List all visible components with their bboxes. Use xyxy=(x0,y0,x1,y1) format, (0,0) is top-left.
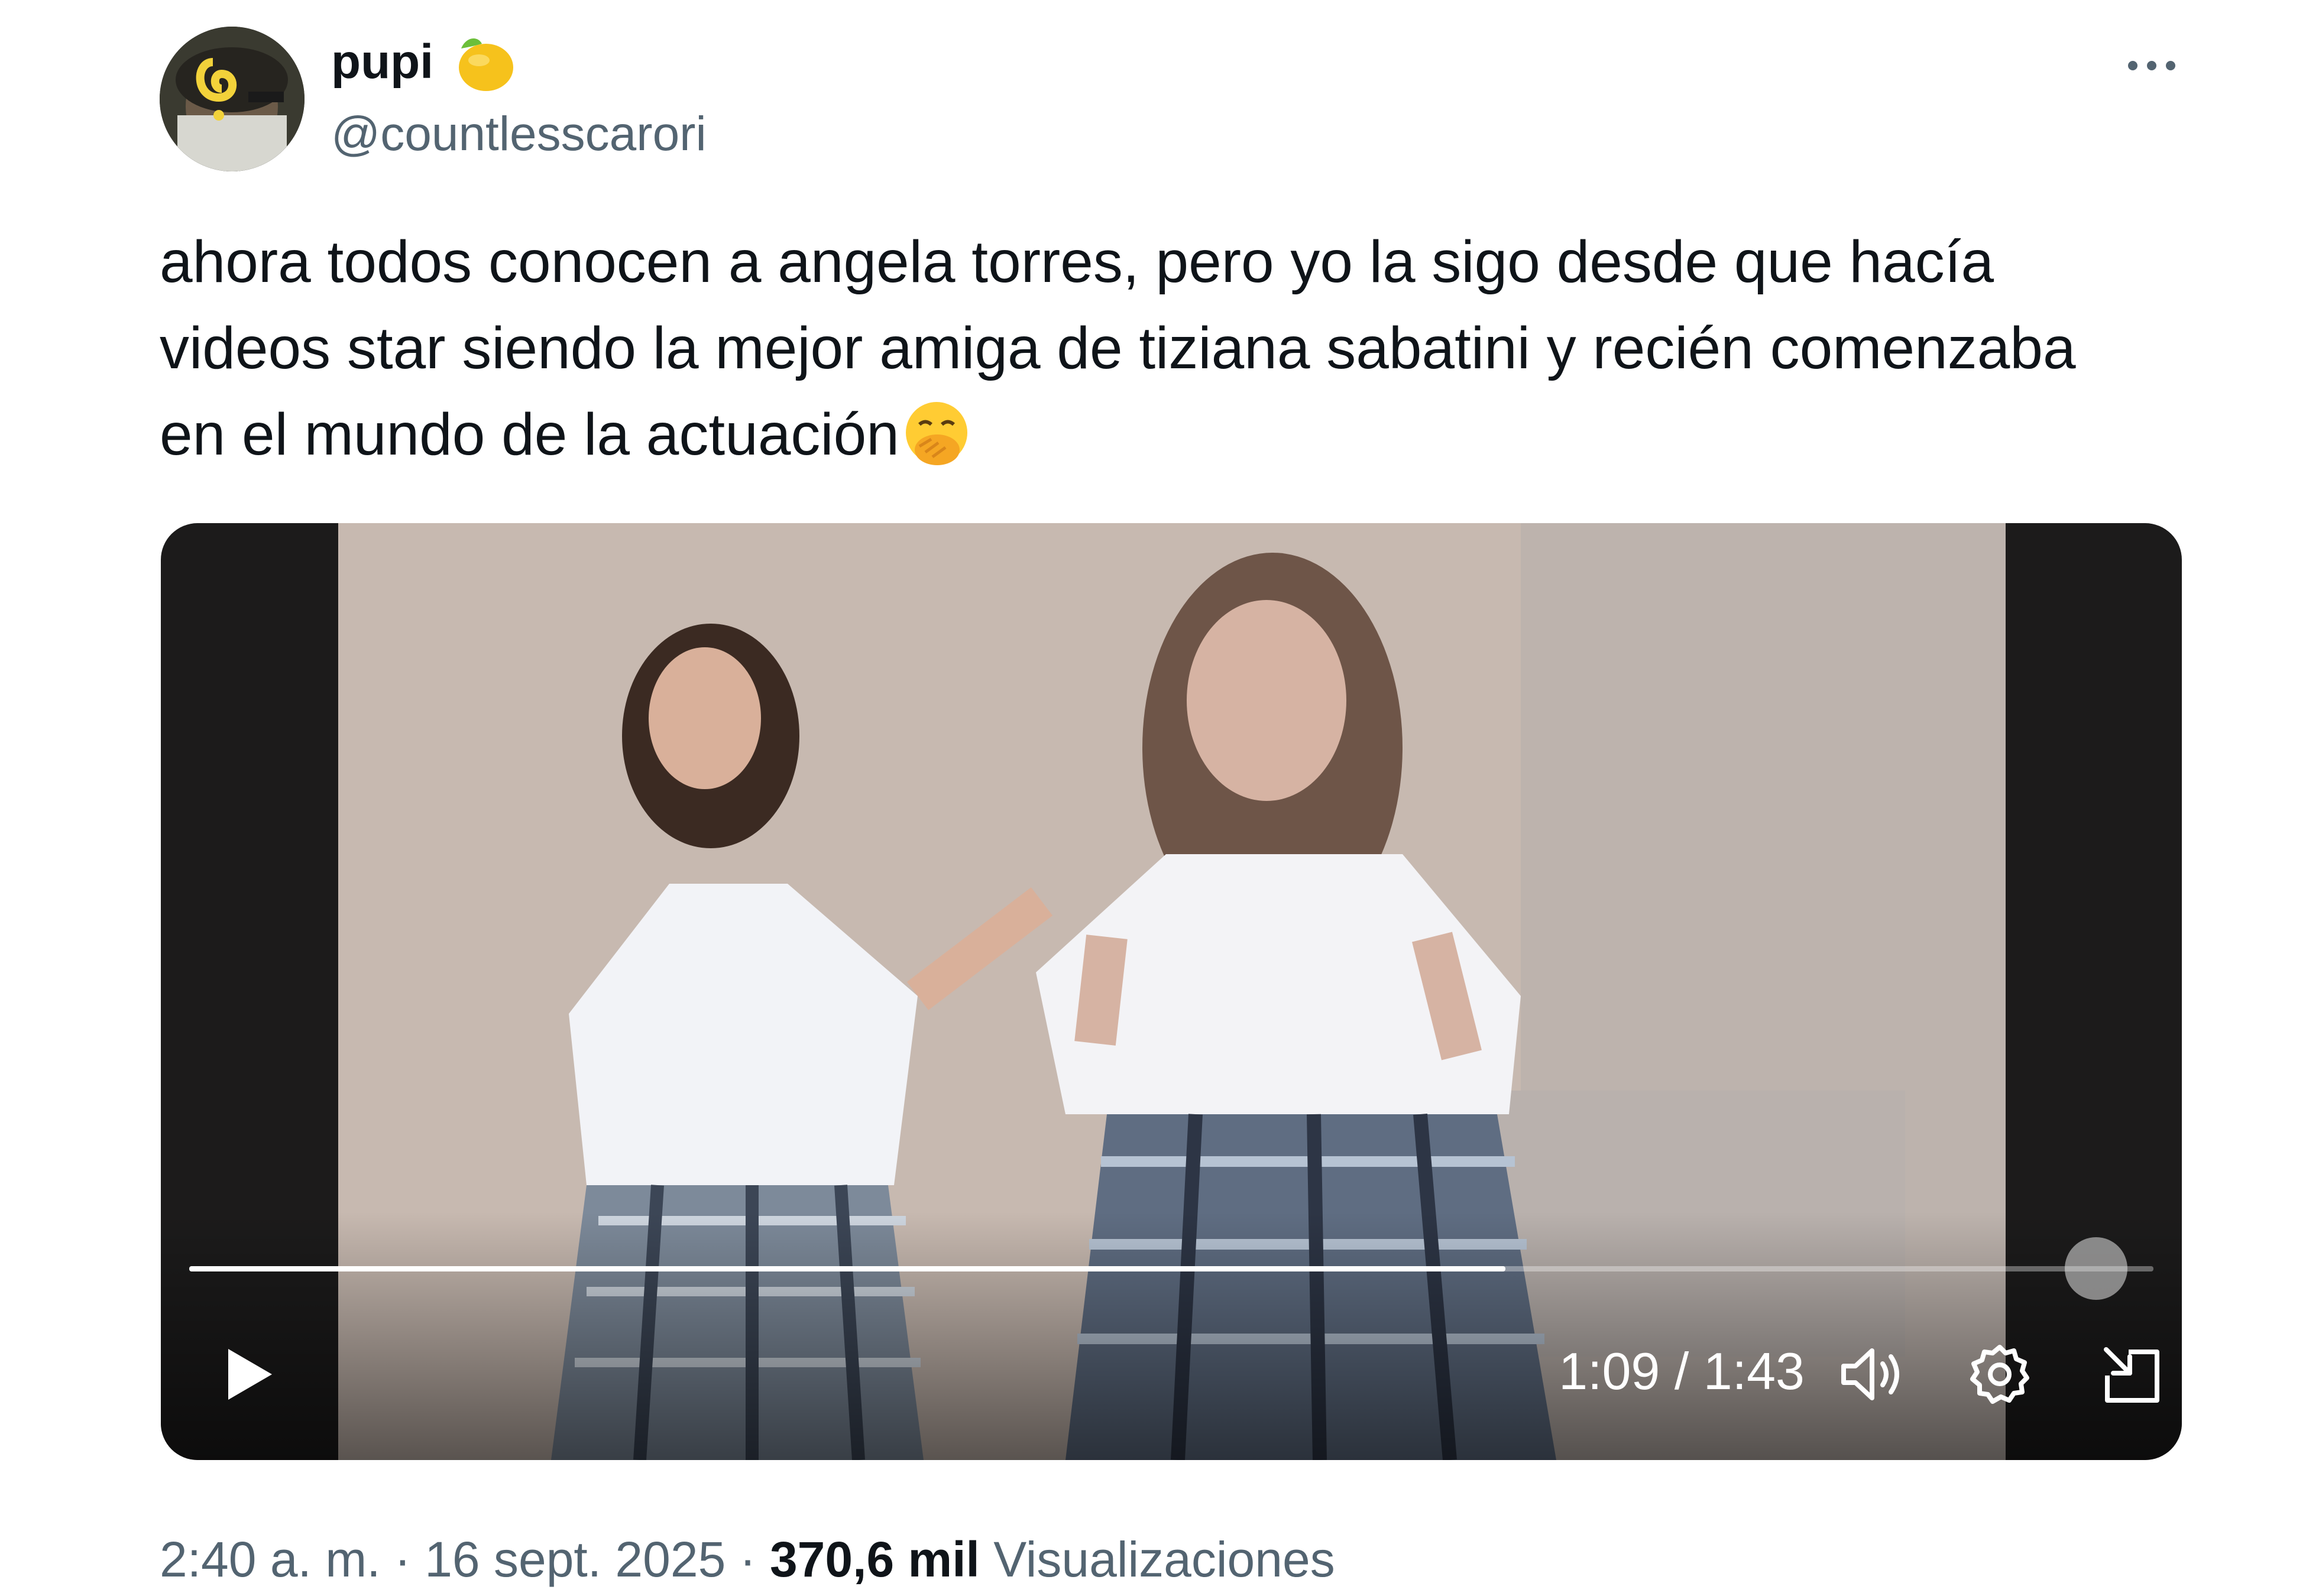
tweet-text-line-last: en el mundo de la actuación xyxy=(160,391,2229,478)
display-name[interactable]: pupi xyxy=(331,30,433,95)
video-scrub-handle[interactable] xyxy=(2065,1237,2127,1300)
more-dot xyxy=(2147,61,2156,70)
tweet-card: pupi @countlesscarori ahora todos conoce… xyxy=(0,0,2306,1596)
avatar[interactable] xyxy=(160,27,305,171)
video-player[interactable]: 1:09 / 1:43 xyxy=(161,523,2182,1460)
video-progress-fill xyxy=(189,1266,1505,1271)
tweet-text-line: ahora todos conocen a angela torres, per… xyxy=(160,229,1994,295)
face-with-hand-over-mouth-emoji-icon xyxy=(905,402,967,465)
lemon-emoji-icon xyxy=(459,38,513,91)
play-icon[interactable] xyxy=(208,1336,285,1413)
tweet-text: ahora todos conocen a angela torres, per… xyxy=(160,219,2229,478)
more-dot xyxy=(2166,61,2175,70)
volume-icon[interactable] xyxy=(1835,1339,1906,1410)
tweet-meta: 2:40 a. m. · 16 sept. 2025 · 370,6 mil V… xyxy=(160,1524,1335,1595)
picture-in-picture-icon[interactable] xyxy=(2096,1339,2166,1410)
more-options-button[interactable] xyxy=(2120,38,2185,92)
tweet-date[interactable]: 16 sept. 2025 xyxy=(425,1532,726,1587)
meta-separator: · xyxy=(739,1532,756,1587)
video-progress-bar[interactable] xyxy=(189,1266,2153,1271)
video-time-display: 1:09 / 1:43 xyxy=(1559,1342,1805,1400)
tweet-time[interactable]: 2:40 a. m. xyxy=(160,1532,381,1587)
user-handle[interactable]: @countlesscarori xyxy=(331,102,707,167)
more-horizontal-icon xyxy=(2128,61,2137,70)
meta-separator: · xyxy=(394,1532,411,1587)
views-count[interactable]: 370,6 mil xyxy=(770,1532,980,1587)
avatar-image xyxy=(160,27,305,171)
gear-icon[interactable] xyxy=(1964,1339,2035,1410)
views-label[interactable]: Visualizaciones xyxy=(993,1532,1335,1587)
tweet-text-line: en el mundo de la actuación xyxy=(160,401,899,468)
video-controls-shade xyxy=(161,1212,2182,1460)
tweet-text-line: videos star siendo la mejor amiga de tiz… xyxy=(160,315,2076,381)
